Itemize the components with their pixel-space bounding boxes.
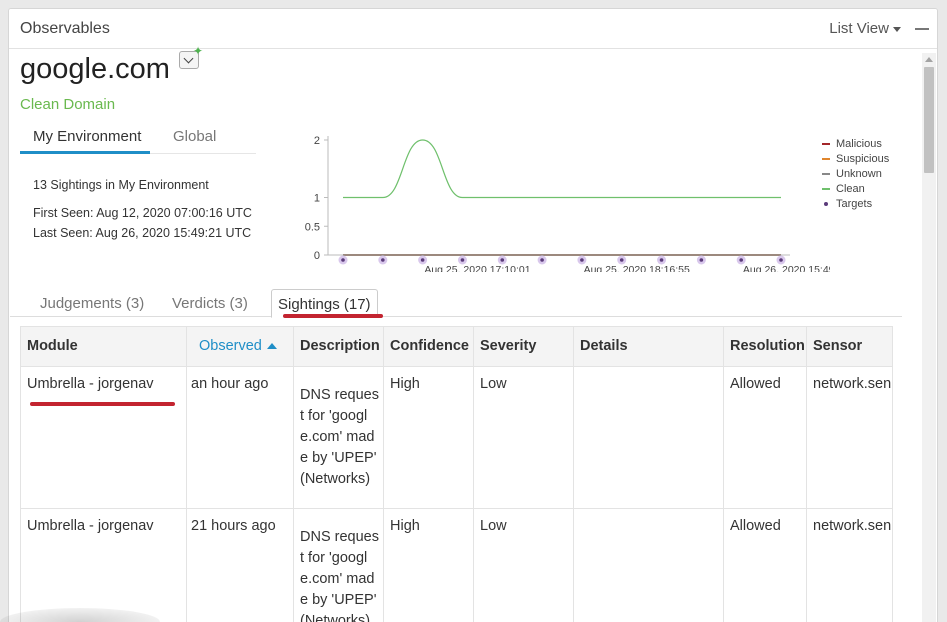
legend-swatch [824,201,828,206]
cell-observed: an hour ago [187,367,294,508]
column-header-module[interactable]: Module [21,327,187,367]
column-header-severity[interactable]: Severity [474,327,574,367]
table-header: Module Observed Description Confidence S… [21,327,892,367]
list-view-label[interactable]: List View [829,20,889,37]
vertical-scrollbar[interactable] [922,53,936,622]
column-header-observed-label[interactable]: Observed [199,338,262,354]
x-tick-label: Aug 25, 2020 17:10:01 [424,264,530,272]
sparkle-icon: ✦ [193,44,204,58]
cell-severity: Low [474,367,574,508]
target-marker [619,258,624,262]
legend-swatch [822,142,830,145]
minimize-icon[interactable] [915,28,929,30]
cell-severity: Low [474,509,574,622]
target-marker [580,258,584,262]
scroll-thumb[interactable] [924,67,934,173]
sightings-count: 13 Sightings in My Environment [33,178,209,192]
column-header-sensor[interactable]: Sensor [807,327,892,367]
table-row[interactable]: Umbrella - jorgenav an hour ago DNS requ… [21,367,892,509]
legend-item-targets: Targets [822,196,889,211]
column-header-confidence[interactable]: Confidence [384,327,474,367]
tab-verdicts[interactable]: Verdicts (3) [172,289,248,317]
scroll-up-arrow-icon[interactable] [925,57,933,62]
sightings-chart-svg: 2 1 0.5 0 Aug 25, 2020 17:10:01 Aug 25, 2020 … [305,135,850,276]
column-header-description[interactable]: Description [294,327,384,367]
table-row[interactable]: Umbrella - jorgenav 21 hours ago DNS req… [21,509,892,622]
observable-tabs: Judgements (3) Verdicts (3) Sightings (1… [10,283,902,318]
tab-global[interactable]: Global [173,128,216,145]
sightings-table: Module Observed Description Confidence S… [20,326,893,622]
target-marker [460,258,465,262]
target-marker [699,258,704,262]
cell-details [574,509,724,622]
annotation-underline [283,314,383,318]
cell-confidence: High [384,367,474,508]
legend-item-suspicious: Suspicious [822,151,889,166]
cell-sensor: network.sen [813,376,892,392]
target-marker [381,258,385,262]
legend-item-unknown: Unknown [822,166,889,181]
active-tab-indicator [20,151,150,154]
caret-down-icon[interactable] [893,26,901,32]
observable-name: google.com [20,53,170,85]
tab-my-environment[interactable]: My Environment [33,128,141,145]
legend-item-clean: Clean [822,181,889,196]
chevron-down-icon[interactable] [183,53,194,64]
observable-verdict: Clean Domain [20,96,116,113]
legend-swatch [822,187,830,190]
y-tick-label: 1 [314,193,320,205]
column-header-resolution[interactable]: Resolution [724,327,807,367]
target-marker [739,258,743,262]
target-marker [540,258,544,262]
column-header-observed[interactable]: Observed [187,327,294,367]
x-tick-label: Aug 25, 2020 18:16:55 [584,264,690,272]
cell-resolution: Allowed [724,509,807,622]
target-marker [420,258,425,262]
legend-label: Suspicious [836,152,890,165]
legend-swatch [822,157,830,160]
legend-label: Clean [836,182,865,195]
cell-description: DNS request for 'google.com' made by 'UP… [294,509,384,622]
series-line-clean [343,139,781,199]
tab-judgements[interactable]: Judgements (3) [40,289,144,317]
target-marker [659,258,664,262]
last-seen: Last Seen: Aug 26, 2020 15:49:21 UTC [33,226,252,240]
cell-resolution: Allowed [724,367,807,508]
sort-ascending-icon[interactable] [266,343,277,350]
environment-tabs: My Environment Global [20,122,256,154]
first-seen: First Seen: Aug 12, 2020 07:00:16 UTC [33,206,252,220]
cell-sensor: network.sen [813,518,892,534]
sightings-chart: 2 1 0.5 0 Aug 25, 2020 17:10:01 Aug 25, 2020 … [290,122,850,276]
target-marker [341,258,345,262]
x-tick-label: Aug 26, 2020 15:49:21 [743,264,830,272]
list-view-dropdown[interactable]: List View [829,20,901,37]
legend-label: Unknown [836,167,882,180]
legend-swatch [822,172,830,175]
annotation-underline [30,402,175,406]
column-header-details[interactable]: Details [574,327,724,367]
legend-label: Malicious [836,137,882,150]
y-tick-label: 0 [314,250,320,262]
y-tick-label: 2 [314,135,320,147]
target-marker [500,258,505,262]
cell-details [574,367,724,508]
cell-module[interactable]: Umbrella - jorgenav [21,367,187,508]
cell-description: DNS request for 'google.com' made by 'UP… [294,367,384,508]
cell-observed: 21 hours ago [187,509,294,622]
panel-header: Observables List View [9,9,937,49]
y-tick-label: 0.5 [305,221,320,233]
legend-label: Targets [836,197,873,210]
cell-confidence: High [384,509,474,622]
target-marker [779,258,783,262]
legend-item-malicious: Malicious [822,136,889,151]
panel-title: Observables [20,20,110,37]
chart-legend: Malicious Suspicious Unknown Clean Targe… [822,136,889,211]
cell-module[interactable]: Umbrella - jorgenav [21,509,187,622]
